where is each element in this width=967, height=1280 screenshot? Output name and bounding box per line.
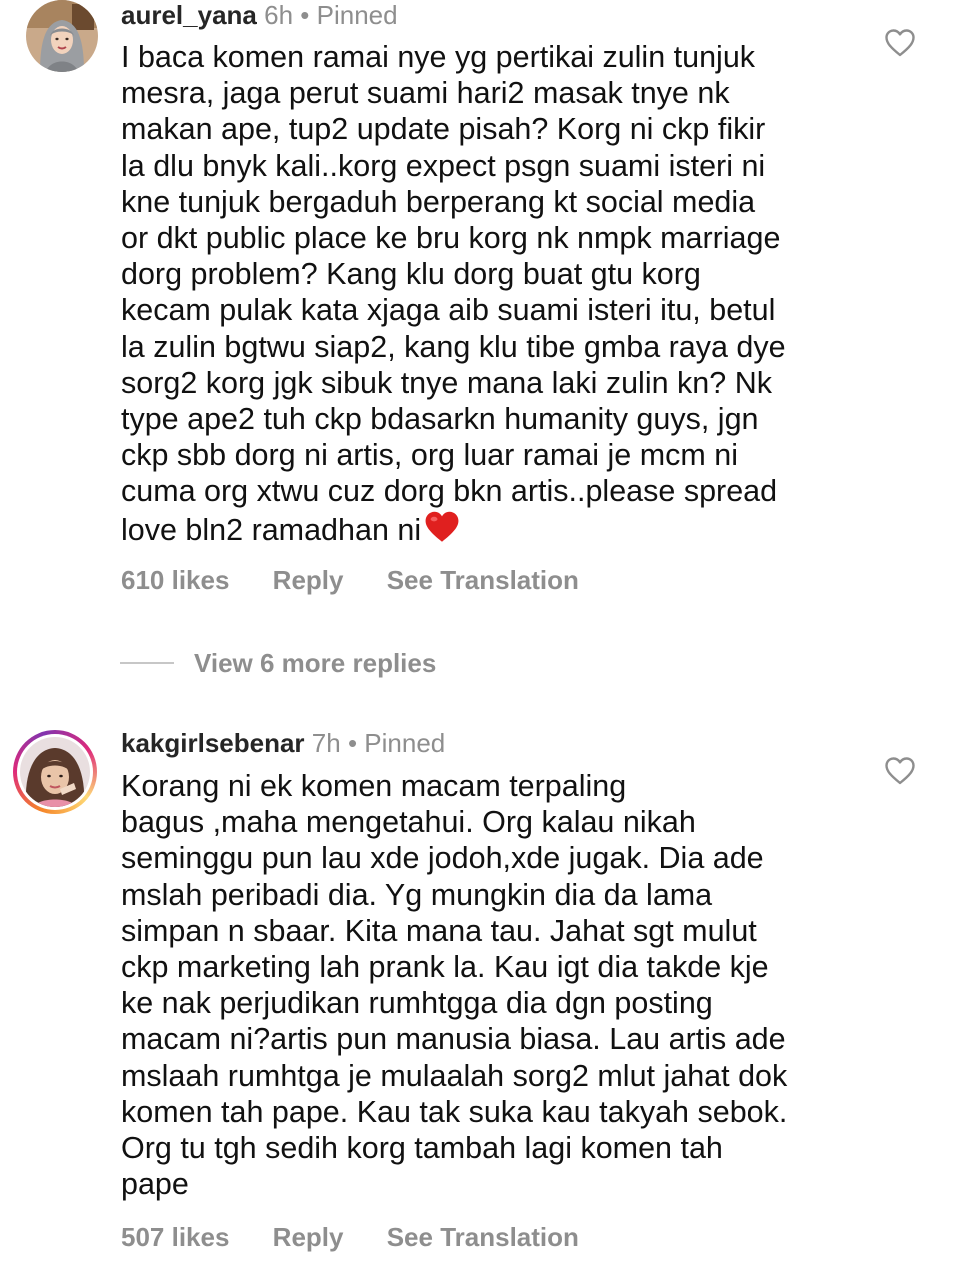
heart-outline-icon[interactable] — [884, 28, 916, 58]
username[interactable]: aurel_yana — [121, 0, 257, 30]
red-heart-emoji: ❤️ — [423, 510, 461, 552]
comment-actions: 610 likes Reply See Translation — [121, 565, 579, 596]
avatar-hijab-woman-icon — [26, 0, 98, 72]
comment-header: kakgirlsebenar 7h • Pinned — [121, 728, 445, 758]
comment-body: Korang ni ek komen macam terpaling bagus… — [121, 769, 788, 1202]
comment-text: I baca komen ramai nye yg pertikai zulin… — [121, 39, 861, 552]
pinned-label: Pinned — [364, 728, 446, 758]
see-translation-button[interactable]: See Translation — [387, 565, 579, 596]
avatar[interactable] — [13, 730, 97, 814]
likes-count[interactable]: 507 likes — [121, 1222, 229, 1253]
see-translation-button[interactable]: See Translation — [387, 1222, 579, 1253]
comment-text: Korang ni ek komen macam terpaling bagus… — [121, 768, 861, 1202]
comment-kakgirlsebenar: kakgirlsebenar 7h • Pinned Korang ni ek … — [0, 728, 967, 1268]
view-more-replies-label: View 6 more replies — [194, 647, 437, 678]
timestamp: 7h — [311, 728, 341, 758]
view-more-replies-button[interactable]: View 6 more replies — [120, 646, 436, 680]
divider-line — [120, 662, 174, 664]
heart-outline-icon[interactable] — [884, 756, 916, 786]
reply-button[interactable]: Reply — [273, 565, 344, 596]
avatar[interactable] — [26, 0, 98, 72]
reply-button[interactable]: Reply — [273, 1222, 344, 1253]
timestamp: 6h — [264, 0, 294, 30]
username[interactable]: kakgirlsebenar — [121, 728, 305, 758]
comment-actions: 507 likes Reply See Translation — [121, 1222, 579, 1253]
pinned-label: Pinned — [316, 0, 398, 30]
comment-header: aurel_yana 6h • Pinned — [121, 0, 398, 30]
separator-dot: • — [347, 728, 358, 758]
likes-count[interactable]: 610 likes — [121, 565, 229, 596]
comment-aurel-yana: aurel_yana 6h • Pinned I baca komen rama… — [0, 0, 967, 610]
avatar-story-ring-icon — [20, 737, 90, 807]
separator-dot: • — [300, 0, 310, 30]
comment-body: I baca komen ramai nye yg pertikai zulin… — [121, 40, 786, 547]
